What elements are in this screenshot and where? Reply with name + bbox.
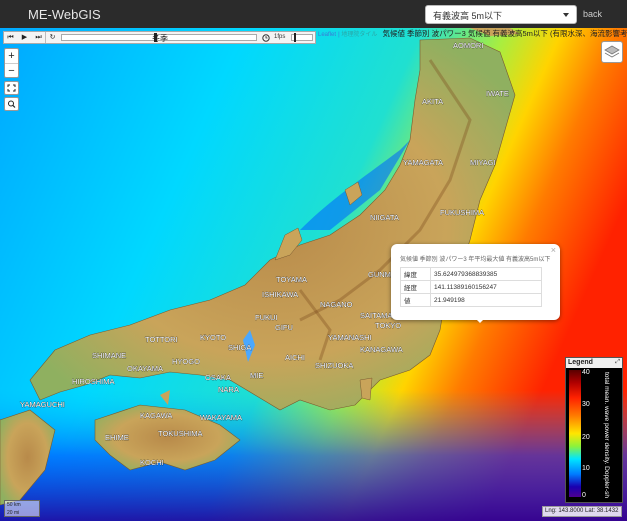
map-label: TOYAMA — [276, 275, 307, 284]
map-label: SHIGA — [228, 343, 251, 352]
map-label: AKITA — [422, 97, 443, 106]
legend-header[interactable]: Legend ⤢ — [566, 358, 622, 368]
play-icon[interactable]: ▶ — [19, 32, 30, 43]
map-label: IWATE — [486, 89, 509, 98]
fps-slider[interactable] — [291, 33, 313, 42]
map-label: SHIMANE — [92, 351, 126, 360]
layer-select-value: 有義波高 5m以下 — [433, 11, 503, 21]
legend-caption: total mean. wave power density. Doppler-… — [603, 372, 610, 498]
zoom-in-button[interactable]: + — [5, 49, 18, 63]
map-label: OKAYAMA — [127, 364, 163, 373]
table-cell-value: 141.11389160156247 — [430, 280, 542, 294]
fullscreen-icon — [7, 84, 16, 92]
map-label: AOMORI — [453, 41, 483, 50]
scale-bar: 50 km 20 mi — [4, 500, 40, 517]
table-row: 経度 141.11389160156247 — [400, 280, 542, 294]
map-label: TOKYO — [375, 321, 401, 330]
map-label: AICHI — [285, 353, 305, 362]
leaflet-link[interactable]: Leaflet — [318, 32, 336, 38]
map-label: EHIME — [105, 433, 129, 442]
top-navbar: ME-WebGIS 有義波高 5m以下 back — [0, 0, 627, 28]
map-label: NAGANO — [320, 300, 353, 309]
close-icon[interactable]: × — [551, 245, 556, 255]
map-attribution: Leaflet | 地理院タイル 気候値 季節別 波パワー3 気候値 有義波高5… — [318, 29, 627, 39]
table-cell-key: 緯度 — [400, 267, 431, 281]
loop-icon[interactable]: ↻ — [47, 32, 58, 43]
map-label: WAKAYAMA — [200, 413, 242, 422]
tile-attribution-link[interactable]: 地理院タイル — [341, 32, 377, 38]
scale-metric: 50 km — [7, 502, 21, 508]
map-label: YAMAGUCHI — [20, 400, 65, 409]
map-label: FUKUI — [255, 313, 278, 322]
map-label: YAMAGATA — [403, 158, 443, 167]
time-slider-handle[interactable] — [154, 33, 157, 42]
search-button[interactable] — [4, 97, 19, 111]
table-cell-value: 21.949198 — [430, 293, 542, 307]
map-label: OSAKA — [205, 373, 231, 382]
legend-tick-label: 20 — [582, 434, 590, 441]
map-label: MIYAGI — [470, 158, 496, 167]
map-label: NIIGATA — [370, 213, 399, 222]
legend-tick-label: 0 — [582, 492, 586, 499]
legend-tick-label: 40 — [582, 369, 590, 376]
fullscreen-button[interactable] — [4, 81, 19, 95]
time-slider[interactable]: 冬季 — [61, 33, 257, 43]
back-link[interactable]: back — [583, 9, 602, 19]
map-label: SAITAMA — [360, 311, 392, 320]
map-label: KANAGAWA — [360, 345, 403, 354]
map-label: YAMANASHI — [328, 333, 372, 342]
chevron-down-icon — [563, 13, 569, 17]
feature-info-popup: × 気候値 季節別 波パワー3 年平均最大値 有義波高5m以下 緯度 35.62… — [391, 244, 560, 320]
search-icon — [8, 100, 16, 108]
table-cell-key: 値 — [400, 293, 431, 307]
resize-icon[interactable]: ⤢ — [615, 359, 620, 366]
coordinate-readout: Lng: 143.8000 Lat: 38.1432 — [542, 506, 622, 517]
timeline-control: ⏮ ▶ ⏭ ↻ 冬季 1fps — [3, 31, 316, 44]
map-label: ISHIKAWA — [262, 290, 298, 299]
legend-title: Legend — [568, 359, 593, 366]
map-label: KOCHI — [140, 458, 164, 467]
skip-back-icon[interactable]: ⏮ — [5, 32, 16, 43]
layers-icon — [604, 45, 620, 58]
legend-tick-label: 10 — [582, 465, 590, 472]
clock-icon — [262, 34, 270, 42]
map-label: GIFU — [275, 323, 293, 332]
table-cell-key: 経度 — [400, 280, 431, 294]
layer-select-dropdown[interactable]: 有義波高 5m以下 — [425, 5, 577, 24]
scale-imperial: 20 mi — [7, 510, 20, 516]
legend-color-bar — [569, 370, 581, 497]
legend-tick-label: 30 — [582, 401, 590, 408]
layers-button[interactable] — [601, 41, 623, 63]
layer-attribution-text: 気候値 季節別 波パワー3 気候値 有義波高5m以下 (有限水深、海流影響考慮) — [382, 29, 627, 38]
map-label: SHIZUOKA — [315, 361, 353, 370]
map-label: FUKUSHIMA — [440, 208, 484, 217]
skip-forward-icon[interactable]: ⏭ — [33, 32, 44, 43]
fps-slider-handle[interactable] — [294, 33, 296, 42]
zoom-out-button[interactable]: − — [5, 63, 18, 77]
table-cell-value: 35.624979368839385 — [430, 267, 542, 281]
map-label: TOTTORI — [145, 335, 178, 344]
map-label: TOKUSHIMA — [158, 429, 202, 438]
app-title[interactable]: ME-WebGIS — [28, 7, 101, 22]
timeline-divider — [45, 32, 46, 43]
fps-label: 1fps — [274, 34, 286, 40]
map-label: MIE — [250, 371, 263, 380]
map-label: KAGAWA — [140, 411, 172, 420]
map-label: HYOGO — [172, 357, 200, 366]
map-label: NARA — [218, 385, 239, 394]
popup-table: 緯度 35.624979368839385 経度 141.11389160156… — [400, 267, 542, 307]
legend-panel: Legend ⤢ 40 30 20 10 0 total mean. wave … — [565, 357, 623, 503]
table-row: 緯度 35.624979368839385 — [400, 267, 542, 281]
table-row: 値 21.949198 — [400, 293, 542, 307]
map-label: HIROSHIMA — [72, 377, 115, 386]
zoom-control: + − — [4, 48, 19, 78]
popup-tip — [475, 318, 485, 323]
map-label: KYOTO — [200, 333, 226, 342]
popup-title: 気候値 季節別 波パワー3 年平均最大値 有義波高5m以下 — [400, 257, 551, 263]
